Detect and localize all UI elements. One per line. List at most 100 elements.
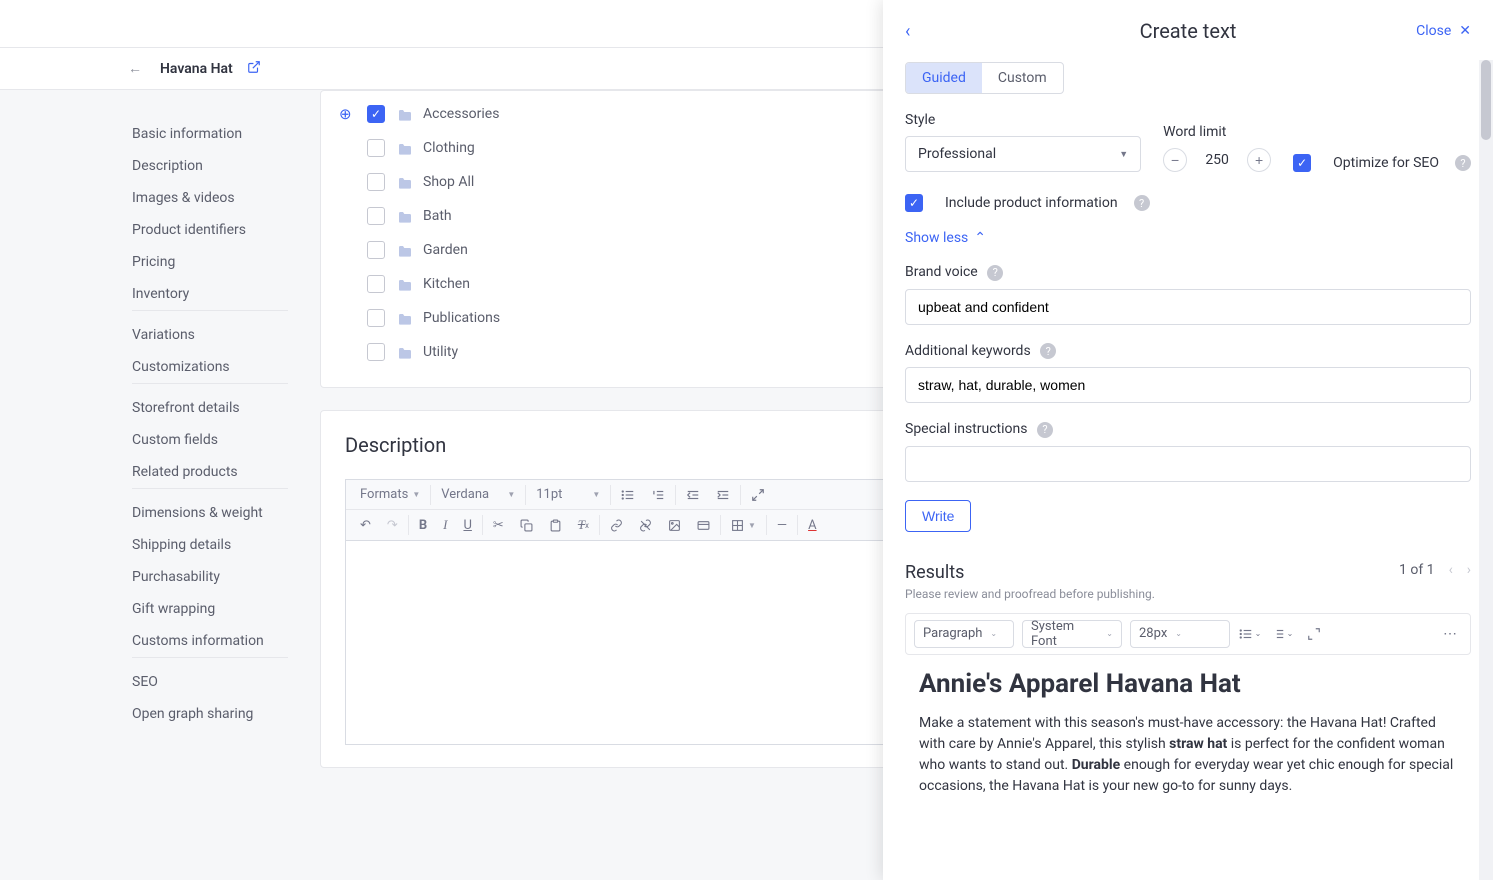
show-less-toggle[interactable]: Show less ⌃ [905, 230, 1471, 246]
undo-icon[interactable]: ↶ [352, 510, 379, 540]
help-icon[interactable]: ? [987, 265, 1003, 281]
help-icon[interactable]: ? [1037, 422, 1053, 438]
category-checkbox[interactable] [367, 241, 385, 259]
hr-icon[interactable]: — [769, 510, 795, 540]
text-color-icon[interactable]: A [800, 510, 824, 540]
font-dropdown[interactable]: Verdana▼ [433, 480, 523, 510]
seo-checkbox[interactable]: ✓ [1293, 154, 1311, 172]
sidebar-item[interactable]: Pricing [132, 246, 288, 278]
more-icon[interactable]: ⋯ [1438, 622, 1462, 646]
result-content[interactable]: Annie's Apparel Havana Hat Make a statem… [905, 669, 1471, 797]
close-button[interactable]: Close ✕ [1416, 23, 1471, 39]
category-checkbox[interactable] [367, 139, 385, 157]
sidebar-item[interactable]: Purchasability [132, 561, 288, 593]
indent-icon[interactable] [708, 480, 738, 510]
sidebar-item[interactable]: Inventory [132, 278, 288, 310]
sidebar-item[interactable]: Related products [132, 456, 288, 488]
copy-icon[interactable] [512, 510, 541, 540]
back-arrow-icon[interactable]: ← [128, 60, 142, 77]
folder-icon [397, 346, 413, 359]
category-label: Utility [423, 344, 458, 360]
category-checkbox[interactable] [367, 275, 385, 293]
style-select[interactable]: Professional▼ [905, 136, 1141, 172]
formats-dropdown[interactable]: Formats▼ [352, 480, 428, 510]
sidebar-item[interactable]: Customs information [132, 625, 288, 657]
number-list-icon[interactable]: ⌄ [1270, 622, 1294, 646]
external-link-icon[interactable] [247, 60, 261, 78]
results-heading: Results [905, 562, 1155, 583]
result-font-select[interactable]: System Font⌄ [1022, 620, 1122, 648]
folder-icon [397, 108, 413, 121]
sidebar-item[interactable]: Customizations [132, 351, 288, 383]
category-label: Accessories [423, 106, 499, 122]
write-button[interactable]: Write [905, 500, 971, 532]
panel-title: Create text [1140, 19, 1237, 43]
scrollbar[interactable] [1479, 60, 1493, 880]
image-icon[interactable] [660, 510, 689, 540]
bullet-list-icon[interactable] [613, 480, 643, 510]
folder-icon [397, 210, 413, 223]
result-size-select[interactable]: 28px⌄ [1130, 620, 1230, 648]
fontsize-dropdown[interactable]: 11pt▼ [528, 480, 608, 510]
help-icon[interactable]: ? [1134, 195, 1150, 211]
category-label: Kitchen [423, 276, 470, 292]
prev-result-icon[interactable]: ‹ [1449, 562, 1453, 578]
panel-back-icon[interactable]: ‹ [905, 21, 910, 42]
special-input[interactable] [905, 446, 1471, 482]
sidebar-item[interactable]: Variations [132, 319, 288, 351]
create-text-panel: ‹ Create text Close ✕ Guided Custom Styl… [883, 0, 1493, 880]
tab-custom[interactable]: Custom [982, 63, 1063, 93]
number-list-icon[interactable] [643, 480, 673, 510]
sidebar-item[interactable]: Dimensions & weight [132, 497, 288, 529]
sidebar-item[interactable]: Open graph sharing [132, 698, 288, 730]
category-checkbox[interactable] [367, 207, 385, 225]
unlink-icon[interactable] [631, 510, 660, 540]
seo-label: Optimize for SEO [1333, 155, 1439, 171]
sidebar-item[interactable]: Shipping details [132, 529, 288, 561]
sidebar-item[interactable]: Storefront details [132, 392, 288, 424]
result-toolbar: Paragraph⌄ System Font⌄ 28px⌄ ⌄ ⌄ ⋯ [905, 613, 1471, 655]
fullscreen-icon[interactable] [743, 480, 773, 510]
sidebar-item[interactable]: SEO [132, 666, 288, 698]
next-result-icon[interactable]: › [1467, 562, 1471, 578]
link-icon[interactable] [602, 510, 631, 540]
category-checkbox[interactable] [367, 309, 385, 327]
sidebar-item[interactable]: Description [132, 150, 288, 182]
keywords-input[interactable] [905, 367, 1471, 403]
underline-icon[interactable]: U [455, 510, 479, 540]
add-category-icon[interactable]: ⊕ [339, 107, 352, 122]
paste-icon[interactable] [541, 510, 570, 540]
category-label: Publications [423, 310, 500, 326]
result-format-select[interactable]: Paragraph⌄ [914, 620, 1014, 648]
media-icon[interactable] [689, 510, 718, 540]
brand-voice-input[interactable] [905, 289, 1471, 325]
category-checkbox[interactable] [367, 173, 385, 191]
decrement-button[interactable]: − [1163, 148, 1187, 172]
category-checkbox[interactable] [367, 343, 385, 361]
bullet-list-icon[interactable]: ⌄ [1238, 622, 1262, 646]
expand-icon[interactable] [1302, 622, 1326, 646]
sidebar-item[interactable]: Gift wrapping [132, 593, 288, 625]
outdent-icon[interactable] [678, 480, 708, 510]
cut-icon[interactable]: ✂ [485, 510, 512, 540]
table-icon[interactable]: ▼ [723, 510, 764, 540]
bold-icon[interactable]: B [411, 510, 435, 540]
results-pager: 1 of 1 ‹ › [1399, 562, 1471, 578]
sidebar-item[interactable]: Custom fields [132, 424, 288, 456]
clear-format-icon[interactable]: Tx [570, 510, 597, 540]
help-icon[interactable]: ? [1455, 155, 1471, 171]
include-product-checkbox[interactable]: ✓ [905, 194, 923, 212]
increment-button[interactable]: + [1247, 148, 1271, 172]
help-icon[interactable]: ? [1040, 343, 1056, 359]
wordlimit-label: Word limit [1163, 124, 1271, 140]
sidebar-item[interactable]: Images & videos [132, 182, 288, 214]
folder-icon [397, 244, 413, 257]
redo-icon[interactable]: ↷ [379, 510, 406, 540]
tab-guided[interactable]: Guided [906, 63, 982, 93]
sidebar-item[interactable]: Product identifiers [132, 214, 288, 246]
italic-icon[interactable]: I [435, 510, 455, 540]
category-checkbox[interactable]: ✓ [367, 105, 385, 123]
wordlimit-value: 250 [1197, 152, 1237, 168]
sidebar-item[interactable]: Basic information [132, 118, 288, 150]
folder-icon [397, 312, 413, 325]
